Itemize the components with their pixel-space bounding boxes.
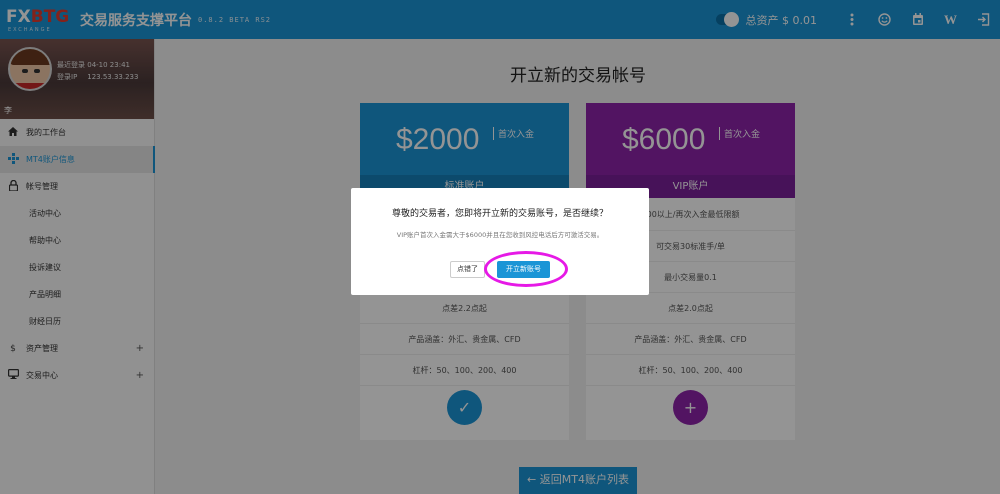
cancel-button[interactable]: 点错了	[450, 261, 485, 278]
highlight-annotation-ring	[484, 251, 568, 287]
dialog-title: 尊敬的交易者，您即将开立新的交易账号，是否继续？	[391, 209, 608, 219]
dialog-message: VIP账户首次入金需大于$6000并且在您收到风控电话后方可激活交易。	[396, 231, 604, 239]
